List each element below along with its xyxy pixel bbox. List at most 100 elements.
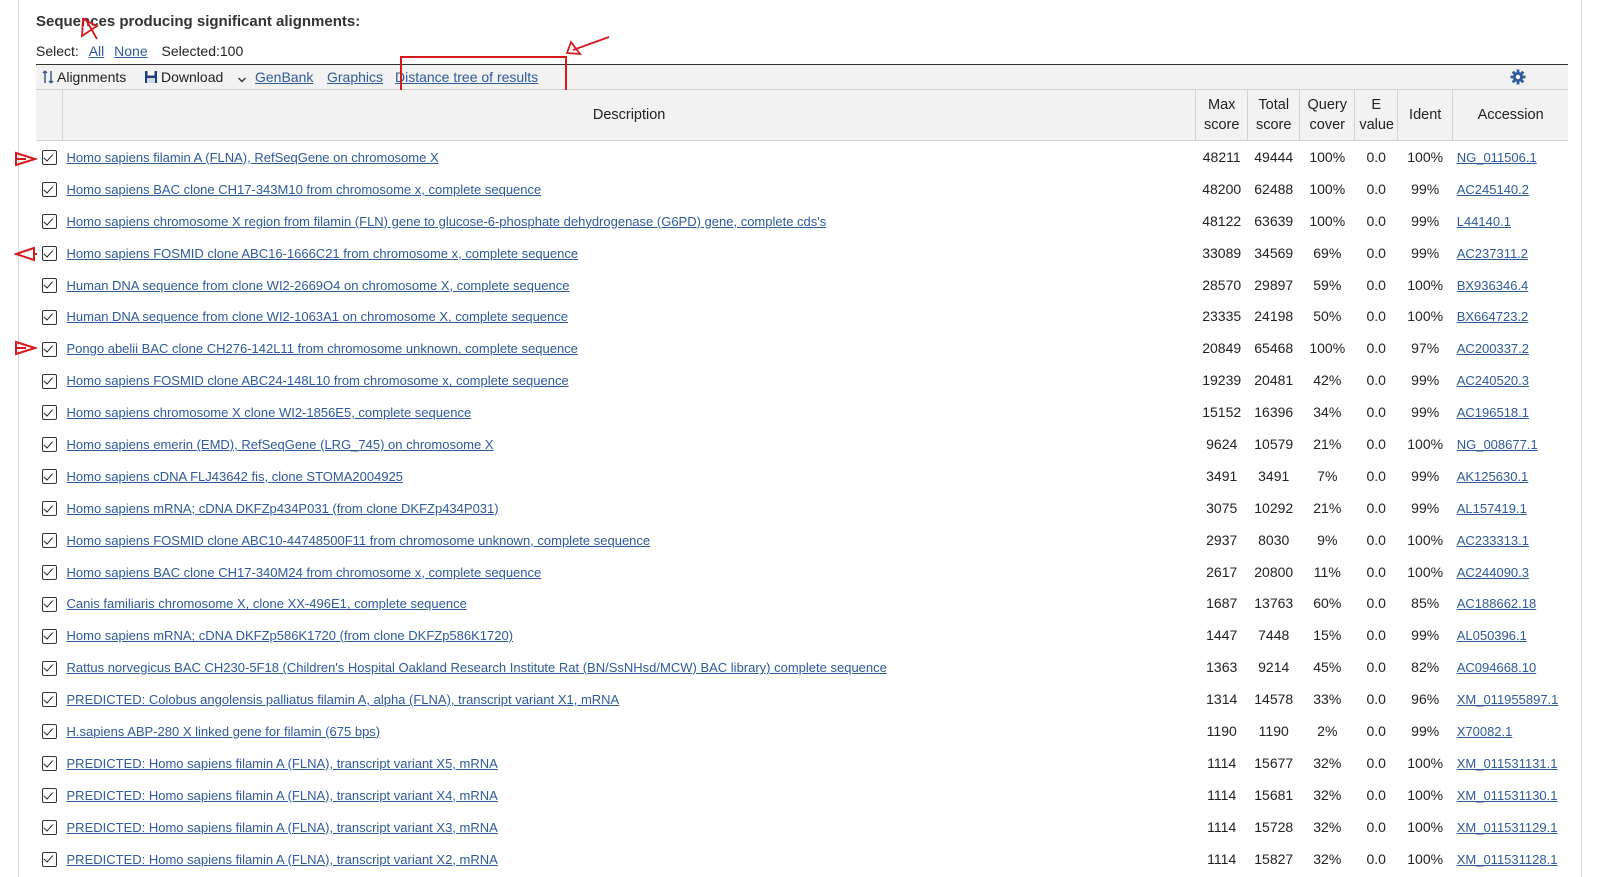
row-checkbox[interactable] bbox=[41, 660, 57, 676]
gear-icon[interactable] bbox=[1510, 69, 1526, 85]
accession-link[interactable]: L44140.1 bbox=[1457, 214, 1511, 229]
description-link[interactable]: Homo sapiens FOSMID clone ABC16-1666C21 … bbox=[67, 246, 579, 261]
description-link[interactable]: Homo sapiens mRNA; cDNA DKFZp586K1720 (f… bbox=[67, 628, 514, 643]
accession-link[interactable]: XM_011531131.1 bbox=[1457, 756, 1558, 771]
accession-link[interactable]: XM_011531130.1 bbox=[1457, 788, 1558, 803]
row-checkbox[interactable] bbox=[41, 724, 57, 740]
description-link[interactable]: PREDICTED: Colobus angolensis palliatus … bbox=[67, 692, 620, 707]
select-all-link[interactable]: All bbox=[89, 43, 105, 59]
row-checkbox[interactable] bbox=[41, 692, 57, 708]
row-checkbox[interactable] bbox=[41, 341, 57, 357]
header-description[interactable]: Description bbox=[62, 90, 1197, 141]
description-link[interactable]: Human DNA sequence from clone WI2-1063A1… bbox=[67, 309, 568, 324]
row-checkbox[interactable] bbox=[41, 469, 57, 485]
description-link[interactable]: Pongo abelii BAC clone CH276-142L11 from… bbox=[67, 341, 578, 356]
accession-cell: XM_011531131.1 bbox=[1453, 747, 1568, 779]
graphics-link[interactable]: Graphics bbox=[327, 68, 383, 86]
description-link[interactable]: Homo sapiens cDNA FLJ43642 fis, clone ST… bbox=[67, 469, 404, 484]
row-checkbox[interactable] bbox=[41, 596, 57, 612]
accession-link[interactable]: AC244090.3 bbox=[1457, 565, 1529, 580]
header-ident[interactable]: Ident bbox=[1397, 90, 1454, 141]
select-none-link[interactable]: None bbox=[114, 43, 147, 59]
accession-link[interactable]: XM_011955897.1 bbox=[1457, 692, 1559, 707]
row-checkbox-cell bbox=[36, 587, 63, 619]
alignments-button[interactable]: Alignments bbox=[42, 68, 126, 86]
max-score-cell: 15152 bbox=[1202, 404, 1242, 421]
row-checkbox-cell bbox=[36, 779, 63, 811]
header-total-score[interactable]: Total score bbox=[1247, 90, 1301, 141]
accession-link[interactable]: AC245140.2 bbox=[1457, 182, 1529, 197]
description-link[interactable]: Homo sapiens BAC clone CH17-343M10 from … bbox=[67, 182, 542, 197]
description-link[interactable]: Rattus norvegicus BAC CH230-5F18 (Childr… bbox=[67, 660, 887, 675]
header-e-value-line1: E bbox=[1371, 97, 1382, 113]
accession-link[interactable]: AL050396.1 bbox=[1457, 628, 1527, 643]
description-link[interactable]: PREDICTED: Homo sapiens filamin A (FLNA)… bbox=[67, 820, 498, 835]
max-score-cell: 28570 bbox=[1202, 276, 1242, 293]
accession-link[interactable]: XM_011531129.1 bbox=[1457, 820, 1558, 835]
row-checkbox[interactable] bbox=[41, 309, 57, 325]
e-value-cell: 0.0 bbox=[1366, 308, 1386, 325]
accession-link[interactable]: XM_011531128.1 bbox=[1457, 852, 1558, 867]
max-score-cell: 23335 bbox=[1202, 308, 1242, 325]
accession-link[interactable]: X70082.1 bbox=[1457, 724, 1513, 739]
row-checkbox[interactable] bbox=[41, 756, 57, 772]
accession-link[interactable]: AC200337.2 bbox=[1457, 341, 1529, 356]
accession-link[interactable]: NG_011506.1 bbox=[1457, 150, 1537, 165]
accession-link[interactable]: AC233313.1 bbox=[1457, 533, 1529, 548]
description-link[interactable]: Homo sapiens filamin A (FLNA), RefSeqGen… bbox=[67, 150, 439, 165]
description-link[interactable]: Homo sapiens chromosome X region from fi… bbox=[67, 214, 827, 229]
accession-link[interactable]: BX936346.4 bbox=[1457, 278, 1529, 293]
accession-link[interactable]: AC188662.18 bbox=[1457, 596, 1537, 611]
e-value-cell: 0.0 bbox=[1366, 818, 1386, 835]
row-checkbox[interactable] bbox=[41, 788, 57, 804]
description-link[interactable]: H.sapiens ABP-280 X linked gene for fila… bbox=[67, 724, 381, 739]
row-checkbox[interactable] bbox=[41, 150, 57, 166]
row-checkbox[interactable] bbox=[41, 182, 57, 198]
row-checkbox[interactable] bbox=[41, 246, 57, 262]
row-checkbox[interactable] bbox=[41, 277, 57, 293]
genbank-link[interactable]: GenBank bbox=[255, 68, 313, 86]
description-link[interactable]: Homo sapiens FOSMID clone ABC24-148L10 f… bbox=[67, 373, 569, 388]
description-link[interactable]: Canis familiaris chromosome X, clone XX-… bbox=[67, 596, 467, 611]
header-e-value[interactable]: Evalue bbox=[1354, 90, 1399, 141]
download-button[interactable]: Download bbox=[144, 68, 250, 86]
description-cell: Homo sapiens FOSMID clone ABC16-1666C21 … bbox=[63, 237, 1196, 269]
description-link[interactable]: PREDICTED: Homo sapiens filamin A (FLNA)… bbox=[67, 788, 498, 803]
accession-link[interactable]: AC196518.1 bbox=[1457, 405, 1529, 420]
accession-link[interactable]: AC240520.3 bbox=[1457, 373, 1529, 388]
header-max-score[interactable]: Max score bbox=[1195, 90, 1249, 141]
description-link[interactable]: PREDICTED: Homo sapiens filamin A (FLNA)… bbox=[67, 756, 498, 771]
description-link[interactable]: Homo sapiens emerin (EMD), RefSeqGene (L… bbox=[67, 437, 494, 452]
accession-link[interactable]: AC237311.2 bbox=[1457, 246, 1528, 261]
row-checkbox[interactable] bbox=[41, 437, 57, 453]
description-link[interactable]: Homo sapiens BAC clone CH17-340M24 from … bbox=[67, 565, 542, 580]
row-checkbox-cell bbox=[36, 173, 63, 205]
accession-link[interactable]: AC094668.10 bbox=[1457, 660, 1537, 675]
accession-link[interactable]: AL157419.1 bbox=[1457, 501, 1527, 516]
row-checkbox[interactable] bbox=[41, 405, 57, 421]
accession-link[interactable]: NG_008677.1 bbox=[1457, 437, 1538, 452]
accession-cell: AL157419.1 bbox=[1453, 492, 1568, 524]
max-score-cell: 33089 bbox=[1202, 244, 1242, 261]
description-link[interactable]: PREDICTED: Homo sapiens filamin A (FLNA)… bbox=[67, 852, 498, 867]
header-accession[interactable]: Accession bbox=[1452, 90, 1568, 141]
e-value-cell: 0.0 bbox=[1366, 148, 1386, 165]
row-checkbox[interactable] bbox=[41, 501, 57, 517]
ident-cell: 82% bbox=[1411, 659, 1440, 676]
description-link[interactable]: Homo sapiens FOSMID clone ABC10-44748500… bbox=[67, 533, 651, 548]
header-query-cover[interactable]: Query cover bbox=[1299, 90, 1356, 141]
description-link[interactable]: Homo sapiens mRNA; cDNA DKFZp434P031 (fr… bbox=[67, 501, 499, 516]
row-checkbox[interactable] bbox=[41, 628, 57, 644]
row-checkbox[interactable] bbox=[41, 533, 57, 549]
table-row: Homo sapiens mRNA; cDNA DKFZp586K1720 (f… bbox=[36, 619, 1568, 651]
description-link[interactable]: Homo sapiens chromosome X clone WI2-1856… bbox=[67, 405, 472, 420]
row-checkbox[interactable] bbox=[41, 214, 57, 230]
description-link[interactable]: Human DNA sequence from clone WI2-2669O4… bbox=[67, 278, 570, 293]
accession-link[interactable]: AK125630.1 bbox=[1457, 469, 1529, 484]
description-cell: PREDICTED: Homo sapiens filamin A (FLNA)… bbox=[63, 811, 1196, 843]
row-checkbox[interactable] bbox=[41, 851, 57, 867]
accession-link[interactable]: BX664723.2 bbox=[1457, 309, 1529, 324]
row-checkbox[interactable] bbox=[41, 564, 57, 580]
row-checkbox[interactable] bbox=[41, 820, 57, 836]
row-checkbox[interactable] bbox=[41, 373, 57, 389]
